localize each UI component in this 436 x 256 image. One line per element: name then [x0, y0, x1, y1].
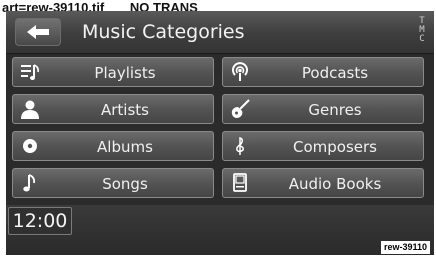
header-bar: Music Categories T M C	[6, 11, 434, 54]
page-title: Music Categories	[82, 21, 245, 43]
songs-button[interactable]: Songs	[12, 168, 214, 198]
music-note-icon	[23, 174, 36, 192]
book-icon	[233, 173, 247, 192]
albums-label: Albums	[97, 138, 153, 156]
radio-display: Music Categories T M C Playlists Podcast…	[6, 11, 434, 255]
back-arrow-icon	[27, 25, 49, 39]
tmc-icon: T M C	[419, 16, 425, 44]
category-grid: Playlists Podcasts Artists Genres Albums…	[6, 57, 434, 205]
disc-icon	[23, 139, 37, 153]
genres-button[interactable]: Genres	[222, 94, 424, 124]
podcasts-label: Podcasts	[301, 64, 369, 82]
status-bar: 12:00 rew-39110	[6, 205, 434, 255]
back-button[interactable]	[15, 18, 61, 46]
artists-button[interactable]: Artists	[12, 94, 214, 124]
treble-clef-icon	[236, 137, 244, 155]
podcast-icon	[232, 62, 248, 81]
playlists-button[interactable]: Playlists	[12, 57, 214, 87]
songs-label: Songs	[102, 175, 148, 193]
audio-books-label: Audio Books	[288, 175, 382, 193]
podcasts-button[interactable]: Podcasts	[222, 57, 424, 87]
audio-books-button[interactable]: Audio Books	[222, 168, 424, 198]
composers-label: Composers	[293, 138, 377, 156]
artist-icon	[21, 100, 39, 119]
albums-button[interactable]: Albums	[12, 131, 214, 161]
reference-code: rew-39110	[380, 241, 430, 254]
clock-display: 12:00	[8, 207, 72, 235]
playlist-icon	[21, 64, 39, 80]
guitar-icon	[231, 99, 250, 118]
playlists-label: Playlists	[94, 64, 156, 82]
composers-button[interactable]: Composers	[222, 131, 424, 161]
artists-label: Artists	[101, 101, 149, 119]
genres-label: Genres	[308, 101, 362, 119]
